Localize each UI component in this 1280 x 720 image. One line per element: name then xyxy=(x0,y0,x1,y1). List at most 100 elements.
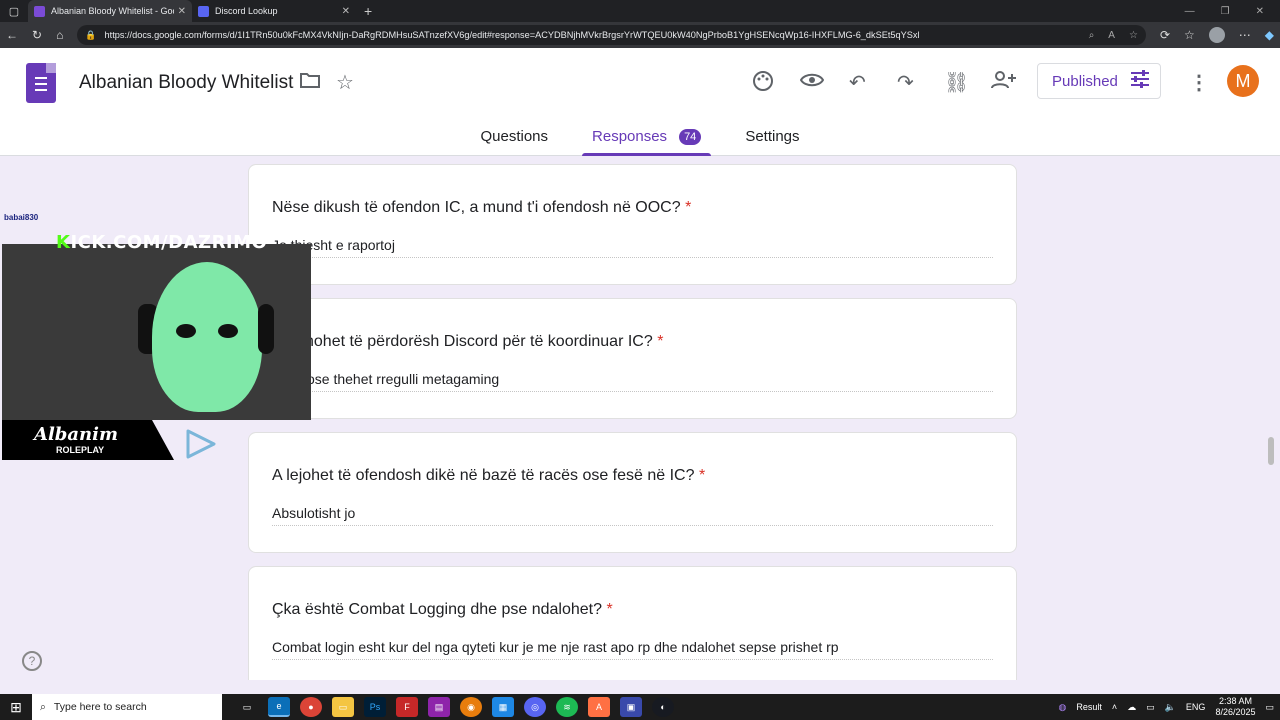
response-card: hohet të përdorësh Discord për të koordi… xyxy=(248,298,1017,419)
close-icon[interactable]: ✕ xyxy=(178,6,186,17)
read-aloud-icon[interactable]: A xyxy=(1108,30,1115,41)
search-icon: ⌕ xyxy=(40,700,46,713)
mask-eye xyxy=(218,324,238,338)
tab-label: Settings xyxy=(745,128,800,145)
chevron-up-icon[interactable]: ˄ xyxy=(1112,702,1117,712)
browser-tab-forms[interactable]: Albanian Bloody Whitelist - Goog ✕ xyxy=(28,0,192,22)
palette-icon[interactable] xyxy=(752,70,774,98)
extensions-icon[interactable]: ⟳ xyxy=(1160,28,1170,42)
window-menu-icon[interactable]: ▢ xyxy=(0,0,28,22)
responses-count-badge: 74 xyxy=(679,129,702,145)
blender-icon[interactable]: ◉ xyxy=(460,697,482,717)
response-card: Çka është Combat Logging dhe pse ndalohe… xyxy=(248,566,1017,680)
answer-text: Absulotisht jo xyxy=(272,505,993,526)
zoom-icon[interactable]: ⌕ xyxy=(1089,30,1095,41)
weather-icon[interactable]: ◍ xyxy=(1059,702,1067,713)
winrar-icon[interactable]: ▤ xyxy=(428,697,450,717)
preview-eye-icon[interactable] xyxy=(799,70,825,96)
address-bar[interactable]: 🔒 https://docs.google.com/forms/d/1I1TRn… xyxy=(77,25,1146,45)
published-button[interactable]: Published xyxy=(1037,63,1161,99)
favorites-icon[interactable]: ☆ xyxy=(1184,28,1195,42)
new-tab-icon[interactable]: + xyxy=(364,0,372,22)
chrome-icon[interactable]: ● xyxy=(300,697,322,717)
windows-start-icon[interactable]: ⊞ xyxy=(0,694,32,720)
taskbar-search[interactable]: ⌕ Type here to search xyxy=(32,694,222,720)
clock[interactable]: 2:38 AM 8/26/2025 xyxy=(1215,696,1255,718)
window-controls: — ❐ ✕ xyxy=(1185,0,1280,22)
clock-date: 8/26/2025 xyxy=(1215,707,1256,717)
undo-icon[interactable]: ↶ xyxy=(849,70,866,95)
edge-icon[interactable]: e xyxy=(268,697,290,717)
question-text: Nëse dikush të ofendon IC, a mund t'i of… xyxy=(272,199,691,217)
form-title[interactable]: Albanian Bloody Whitelist xyxy=(79,72,293,94)
language-text[interactable]: ENG xyxy=(1186,702,1206,712)
headphone-right xyxy=(258,304,274,354)
kick-k-letter: K xyxy=(56,232,71,253)
search-placeholder: Type here to search xyxy=(53,701,147,713)
windows-taskbar: ⊞ ⌕ Type here to search ▭ e ● ▭ Ps F ▤ ◉… xyxy=(0,694,1280,720)
kick-url-banner: KICK.COM/DAZRIMO xyxy=(56,232,267,253)
more-vert-icon[interactable]: ⋮ xyxy=(1189,70,1209,95)
question-text: hohet të përdorësh Discord për të koordi… xyxy=(305,333,663,351)
play-logo-icon xyxy=(186,429,216,459)
profile-avatar[interactable] xyxy=(1208,27,1225,43)
webcam-overlay xyxy=(2,244,311,420)
app-red-icon[interactable]: F xyxy=(396,697,418,717)
tab-title: Discord Lookup xyxy=(215,6,278,16)
tab-questions[interactable]: Questions xyxy=(470,128,558,156)
maximize-icon[interactable]: ❐ xyxy=(1221,6,1230,17)
home-icon[interactable]: ⌂ xyxy=(56,28,63,42)
weather-text[interactable]: Result xyxy=(1076,702,1102,712)
photoshop-icon[interactable]: Ps xyxy=(364,697,386,717)
spotify-icon[interactable]: ≋ xyxy=(556,697,578,717)
back-icon[interactable]: ← xyxy=(6,28,18,42)
response-card: Nëse dikush të ofendon IC, a mund t'i of… xyxy=(248,164,1017,285)
forms-logo-icon[interactable] xyxy=(26,63,56,103)
help-icon[interactable]: ? xyxy=(22,651,42,671)
browser-tab-discord[interactable]: Discord Lookup ✕ xyxy=(192,0,356,22)
discord-favicon-icon xyxy=(198,5,209,17)
browser-toolbar: ← ↻ ⌂ 🔒 https://docs.google.com/forms/d/… xyxy=(0,22,1280,48)
tab-responses[interactable]: Responses 74 xyxy=(582,128,712,156)
reload-icon[interactable]: ↻ xyxy=(32,28,42,42)
close-window-icon[interactable]: ✕ xyxy=(1256,6,1264,17)
add-collaborator-icon[interactable] xyxy=(991,70,1017,96)
favorite-star-icon[interactable]: ☆ xyxy=(1129,30,1138,41)
tab-settings[interactable]: Settings xyxy=(735,128,809,156)
required-mark: * xyxy=(698,467,706,484)
close-icon[interactable]: ✕ xyxy=(342,6,350,17)
star-icon[interactable]: ☆ xyxy=(336,70,354,95)
answer-text: Jo thjesht e raportoj xyxy=(272,237,993,258)
app-orange-icon[interactable]: A xyxy=(588,697,610,717)
answer-text: ose thehet rregulli metagaming xyxy=(307,371,993,392)
brand-banner: Albanim ROLEPLAY xyxy=(2,420,174,460)
store-icon[interactable]: ▦ xyxy=(492,697,514,717)
task-view-icon[interactable]: ▭ xyxy=(236,697,258,717)
taskbar-apps: ▭ e ● ▭ Ps F ▤ ◉ ▦ ◎ ≋ A ▣ ◐ xyxy=(236,697,674,717)
required-mark: * xyxy=(685,199,692,216)
folder-icon[interactable] xyxy=(299,70,321,96)
required-mark: * xyxy=(606,601,613,618)
link-icon[interactable]: ⛓ xyxy=(944,70,969,95)
kick-url-text: ICK.COM/DAZRIMO xyxy=(70,232,268,253)
published-label: Published xyxy=(1052,72,1118,90)
app-blue-icon[interactable]: ▣ xyxy=(620,697,642,717)
scrollbar-thumb[interactable] xyxy=(1268,437,1274,465)
file-explorer-icon[interactable]: ▭ xyxy=(332,697,354,717)
account-avatar[interactable]: M xyxy=(1227,65,1259,97)
steam-icon[interactable]: ◐ xyxy=(652,697,674,717)
volume-icon[interactable]: 🔈 xyxy=(1165,702,1176,713)
more-icon[interactable]: ⋯ xyxy=(1239,28,1251,42)
question-text: A lejohet të ofendosh dikë në bazë të ra… xyxy=(272,467,705,485)
network-icon[interactable]: ▭ xyxy=(1146,702,1155,713)
discord-icon[interactable]: ◎ xyxy=(524,697,546,717)
copilot-icon[interactable]: ◆ xyxy=(1265,28,1274,42)
cloud-icon[interactable]: ☁ xyxy=(1127,702,1136,713)
question-label: A lejohet të ofendosh dikë në bazë të ra… xyxy=(272,467,695,484)
notifications-icon[interactable]: ▭ xyxy=(1265,702,1274,713)
system-tray: ◍ Result ˄ ☁ ▭ 🔈 ENG 2:38 AM 8/26/2025 ▭ xyxy=(1059,696,1280,718)
tab-label: Questions xyxy=(480,128,549,145)
question-label: Çka është Combat Logging dhe pse ndalohe… xyxy=(272,601,603,618)
redo-icon[interactable]: ↷ xyxy=(897,70,914,95)
minimize-icon[interactable]: — xyxy=(1185,6,1195,17)
